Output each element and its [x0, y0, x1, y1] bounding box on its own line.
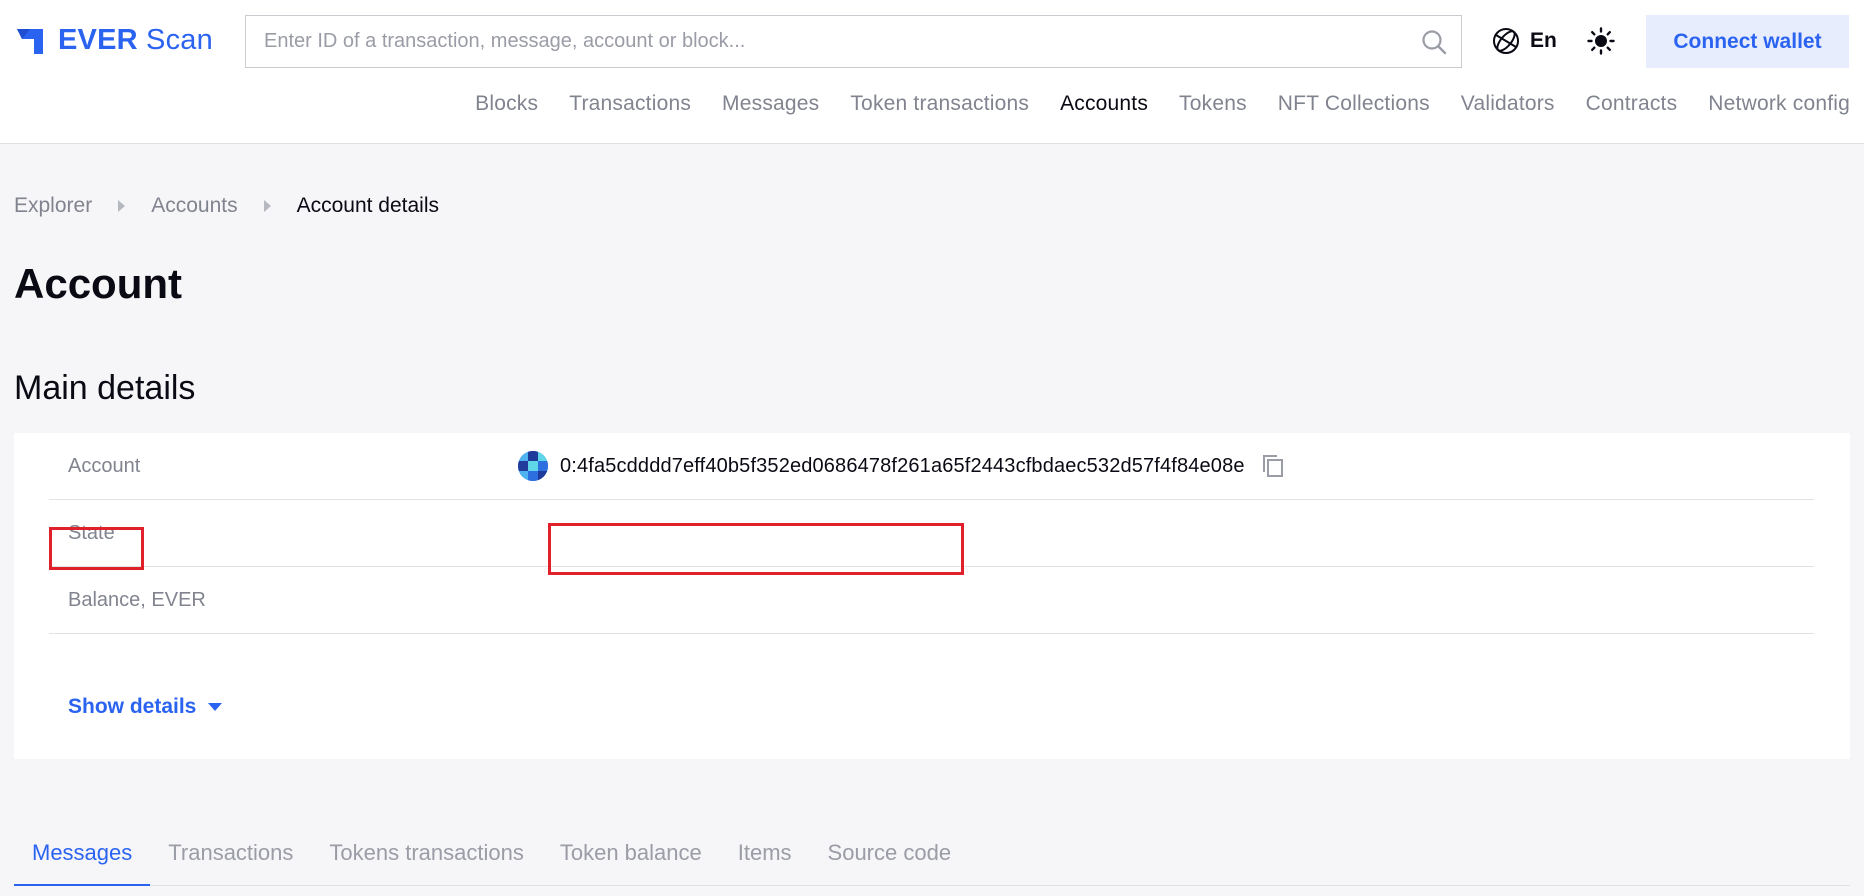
main-details-card: Account 0:4fa5cdddd7eff40b5f352ed0686478…	[14, 433, 1850, 759]
page-title: Account	[14, 260, 182, 307]
nav-validators[interactable]: Validators	[1461, 92, 1555, 116]
breadcrumb-separator-icon	[118, 200, 126, 212]
breadcrumb-account-details: Account details	[296, 194, 440, 217]
nav-tokens[interactable]: Tokens	[1179, 92, 1247, 116]
theme-toggle[interactable]	[1584, 24, 1618, 58]
nav-nft-collections[interactable]: NFT Collections	[1278, 92, 1430, 116]
nav-blocks[interactable]: Blocks	[475, 92, 538, 116]
account-value: 0:4fa5cdddd7eff40b5f352ed0686478f261a65f…	[518, 451, 1285, 481]
account-tabs: Messages Transactions Tokens transaction…	[14, 838, 1850, 886]
tab-messages[interactable]: Messages	[14, 838, 151, 886]
globe-icon	[1493, 28, 1519, 54]
tab-tokens-transactions[interactable]: Tokens transactions	[311, 838, 541, 886]
chevron-down-icon	[208, 703, 223, 711]
language-label: En	[1530, 29, 1557, 52]
main-nav: Blocks Transactions Messages Token trans…	[475, 92, 1850, 116]
tab-source-code[interactable]: Source code	[810, 838, 970, 886]
balance-label: Balance, EVER	[68, 588, 206, 611]
logo-text-light: Scan	[146, 23, 213, 56]
breadcrumb: Explorer Accounts Account details	[14, 194, 439, 218]
logo-text-bold: EVER	[58, 23, 138, 56]
breadcrumb-explorer[interactable]: Explorer	[14, 194, 92, 218]
logo-text: EVER Scan	[58, 24, 213, 57]
copy-icon[interactable]	[1261, 453, 1285, 479]
connect-wallet-button[interactable]: Connect wallet	[1646, 15, 1849, 68]
tab-transactions[interactable]: Transactions	[150, 838, 311, 886]
state-label-highlight	[49, 527, 144, 570]
nav-messages[interactable]: Messages	[722, 92, 819, 116]
everscan-logo-icon	[17, 29, 43, 54]
show-details-button[interactable]: Show details	[68, 695, 223, 719]
search-bar	[245, 15, 1462, 68]
account-label: Account	[68, 454, 141, 477]
search-icon[interactable]	[1407, 16, 1461, 67]
breadcrumb-accounts[interactable]: Accounts	[151, 194, 237, 218]
main-details-title: Main details	[14, 369, 196, 407]
site-header: EVER Scan Enter ID of a transaction, mes…	[0, 0, 1864, 144]
nav-token-transactions[interactable]: Token transactions	[850, 92, 1029, 116]
account-row: Account 0:4fa5cdddd7eff40b5f352ed0686478…	[49, 433, 1814, 500]
nav-network-config[interactable]: Network config	[1708, 92, 1850, 116]
account-address: 0:4fa5cdddd7eff40b5f352ed0686478f261a65f…	[560, 454, 1245, 477]
show-details-label: Show details	[68, 695, 197, 718]
search-input[interactable]	[246, 16, 1407, 67]
nav-accounts[interactable]: Accounts	[1060, 92, 1148, 116]
breadcrumb-separator-icon	[263, 200, 271, 212]
tab-token-balance[interactable]: Token balance	[542, 838, 720, 886]
balance-row: Balance, EVER	[49, 567, 1814, 634]
language-selector[interactable]: En	[1492, 22, 1557, 60]
account-avatar-icon	[518, 451, 548, 481]
nav-contracts[interactable]: Contracts	[1586, 92, 1678, 116]
sun-icon	[1587, 27, 1615, 55]
nav-transactions[interactable]: Transactions	[569, 92, 691, 116]
tab-items[interactable]: Items	[720, 838, 810, 886]
logo[interactable]: EVER Scan	[14, 22, 213, 58]
state-value-highlight	[548, 523, 964, 575]
